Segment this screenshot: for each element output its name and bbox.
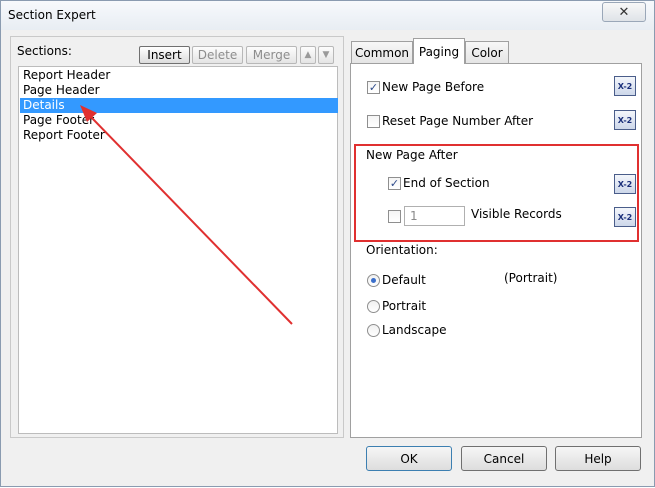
check-mark-icon: ✓ bbox=[368, 81, 379, 94]
ok-button[interactable]: OK bbox=[366, 446, 452, 471]
visible-records-checkbox[interactable] bbox=[388, 210, 401, 223]
check-mark-icon: ✓ bbox=[389, 177, 400, 190]
reset-page-number-after-label: Reset Page Number After bbox=[382, 114, 534, 128]
formula-icon: X-2 bbox=[617, 81, 633, 91]
formula-icon: X-2 bbox=[617, 212, 633, 222]
orientation-default-label: Default bbox=[382, 273, 426, 287]
visible-records-label: Visible Records bbox=[471, 207, 562, 221]
formula-button-new-page-before[interactable]: X-2 bbox=[614, 76, 636, 96]
orientation-label: Orientation: bbox=[366, 243, 438, 257]
orientation-default-hint: (Portrait) bbox=[504, 271, 558, 285]
list-item-report-header[interactable]: Report Header bbox=[20, 68, 338, 83]
formula-icon: X-2 bbox=[617, 179, 633, 189]
window-title: Section Expert bbox=[8, 8, 96, 22]
list-item-page-header[interactable]: Page Header bbox=[20, 83, 338, 98]
cancel-button[interactable]: Cancel bbox=[461, 446, 547, 471]
new-page-after-label: New Page After bbox=[366, 148, 458, 162]
help-button[interactable]: Help bbox=[555, 446, 641, 471]
tab-color[interactable]: Color bbox=[465, 41, 509, 63]
sections-label: Sections: bbox=[17, 44, 72, 58]
list-item-details[interactable]: Details bbox=[20, 98, 338, 113]
move-down-button[interactable]: ▼ bbox=[318, 46, 334, 64]
up-arrow-icon: ▲ bbox=[304, 50, 312, 60]
formula-button-end-of-section[interactable]: X-2 bbox=[614, 174, 636, 194]
orientation-default-radio[interactable] bbox=[367, 274, 380, 287]
visible-records-input[interactable]: 1 bbox=[404, 206, 465, 226]
tab-paging[interactable]: Paging bbox=[413, 38, 465, 64]
orientation-landscape-radio[interactable] bbox=[367, 324, 380, 337]
close-icon: ✕ bbox=[618, 4, 630, 20]
orientation-portrait-label: Portrait bbox=[382, 299, 427, 313]
formula-button-visible-records[interactable]: X-2 bbox=[614, 207, 636, 227]
new-page-before-checkbox[interactable]: ✓ bbox=[367, 81, 380, 94]
end-of-section-checkbox[interactable]: ✓ bbox=[388, 177, 401, 190]
list-item-report-footer[interactable]: Report Footer bbox=[20, 128, 338, 143]
close-button[interactable]: ✕ bbox=[602, 2, 646, 22]
reset-page-number-after-checkbox[interactable] bbox=[367, 115, 380, 128]
down-arrow-icon: ▼ bbox=[322, 50, 330, 60]
end-of-section-label: End of Section bbox=[403, 176, 490, 190]
insert-button[interactable]: Insert bbox=[139, 46, 190, 64]
formula-button-reset-page-number[interactable]: X-2 bbox=[614, 110, 636, 130]
list-item-page-footer[interactable]: Page Footer bbox=[20, 113, 338, 128]
sections-list[interactable]: Report Header Page Header Details Page F… bbox=[18, 66, 338, 434]
move-up-button[interactable]: ▲ bbox=[300, 46, 316, 64]
orientation-landscape-label: Landscape bbox=[382, 323, 447, 337]
section-expert-dialog: Section Expert ✕ Sections: Insert Delete… bbox=[0, 0, 655, 487]
orientation-portrait-radio[interactable] bbox=[367, 300, 380, 313]
tab-common[interactable]: Common bbox=[351, 41, 413, 63]
formula-icon: X-2 bbox=[617, 115, 633, 125]
merge-button[interactable]: Merge bbox=[246, 46, 297, 64]
new-page-before-label: New Page Before bbox=[382, 80, 485, 94]
title-bar: Section Expert ✕ bbox=[1, 1, 654, 30]
delete-button[interactable]: Delete bbox=[192, 46, 243, 64]
